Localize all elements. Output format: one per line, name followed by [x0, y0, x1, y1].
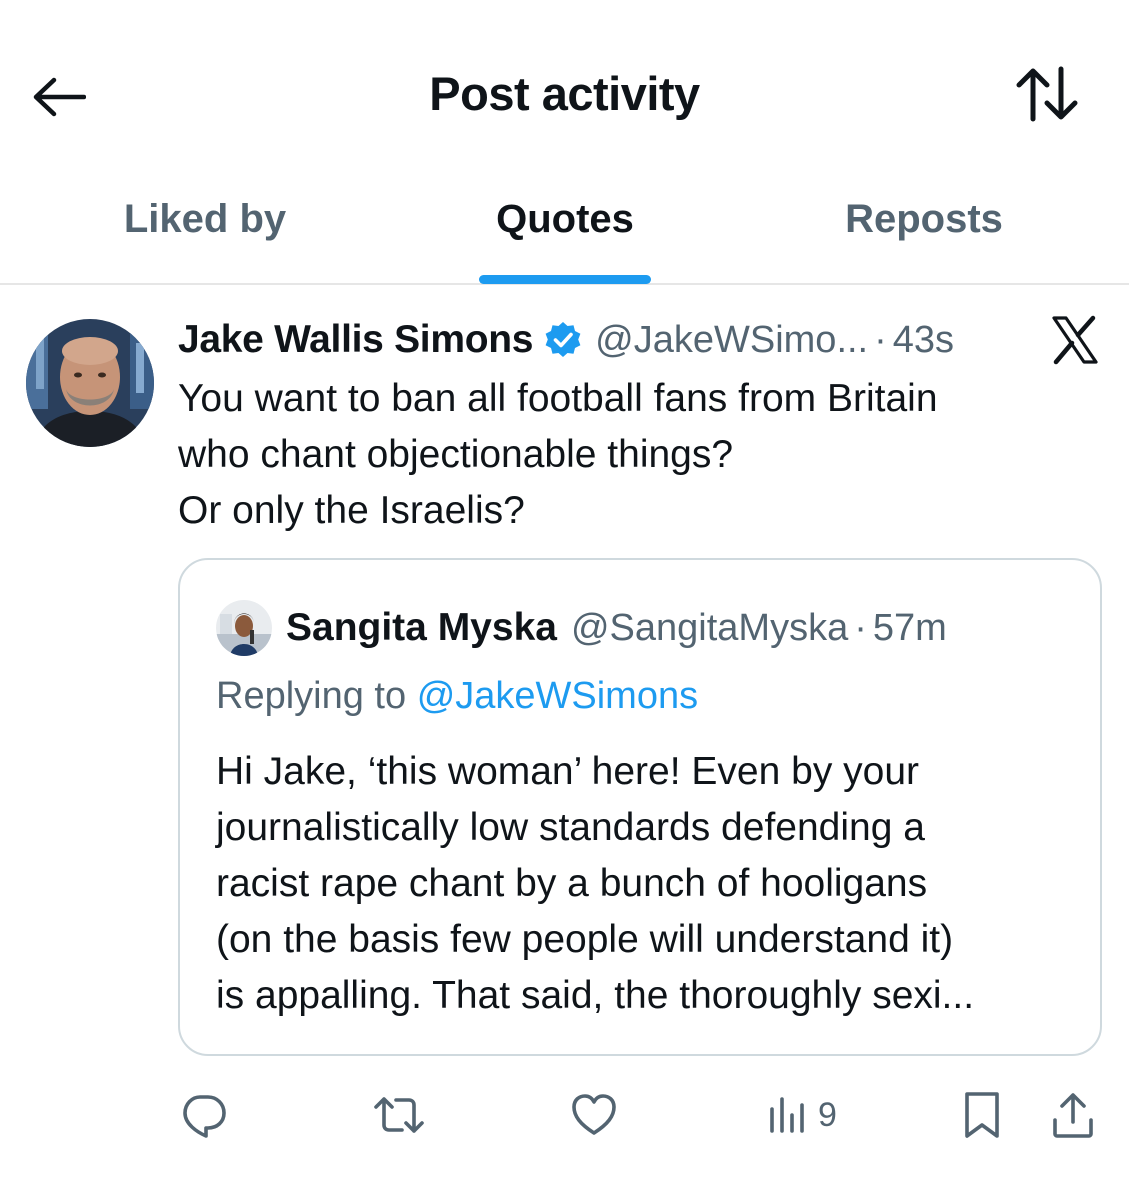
quoted-post-header: Sangita Myska @SangitaMyska · 57m — [216, 600, 947, 656]
reply-button[interactable] — [180, 1090, 228, 1140]
tab-quotes[interactable]: Quotes — [390, 180, 740, 284]
author-name[interactable]: Jake Wallis Simons — [178, 318, 533, 362]
bookmark-button[interactable] — [960, 1090, 1004, 1140]
tab-label: Quotes — [496, 197, 634, 241]
top-bar: Post activity — [0, 0, 1129, 180]
replying-mention-link[interactable]: @JakeWSimons — [417, 675, 698, 717]
quoted-post-card[interactable]: Sangita Myska @SangitaMyska · 57m Replyi… — [178, 558, 1102, 1056]
tab-label: Reposts — [845, 197, 1003, 241]
tab-reposts[interactable]: Reposts — [749, 180, 1099, 283]
heart-icon — [572, 1094, 616, 1135]
reply-icon — [183, 1095, 226, 1138]
views-button[interactable]: 9 — [768, 1090, 837, 1140]
quote-post[interactable]: Jake Wallis Simons @JakeWSimo... · 43s Y… — [0, 285, 1129, 1200]
verified-badge-icon — [543, 320, 583, 360]
quoted-avatar-image — [216, 600, 272, 656]
repost-button[interactable] — [372, 1090, 426, 1140]
sort-button[interactable] — [1012, 62, 1082, 126]
tab-liked-by[interactable]: Liked by — [30, 180, 380, 283]
quoted-post-time: 57m — [872, 606, 947, 649]
quoted-post-text: Hi Jake, ‘this woman’ here! Even by your… — [216, 750, 975, 1017]
avatar[interactable] — [26, 319, 154, 447]
separator-dot: · — [854, 606, 867, 649]
post-text: You want to ban all football fans from B… — [178, 377, 938, 532]
like-button[interactable] — [570, 1090, 618, 1140]
replying-prefix: Replying to — [216, 675, 407, 717]
repost-icon — [374, 1097, 424, 1133]
action-bar: 9 — [0, 1090, 1129, 1140]
separator-dot: · — [874, 318, 887, 361]
quoted-author-handle: @SangitaMyska — [570, 606, 849, 649]
quoted-author-name: Sangita Myska — [286, 606, 557, 649]
page-title: Post activity — [429, 67, 700, 120]
tab-label: Liked by — [123, 197, 287, 241]
bookmark-icon — [965, 1092, 999, 1138]
share-icon — [1053, 1093, 1093, 1138]
sort-arrows-icon — [1016, 66, 1078, 122]
replying-to: Replying to @JakeWSimons — [216, 675, 698, 718]
quoted-avatar — [216, 600, 272, 656]
author-handle[interactable]: @JakeWSimo... — [595, 319, 868, 362]
avatar-image — [26, 319, 154, 447]
post-time[interactable]: 43s — [893, 319, 954, 362]
views-count: 9 — [818, 1095, 837, 1134]
share-button[interactable] — [1050, 1090, 1096, 1140]
post-header: Jake Wallis Simons @JakeWSimo... · 43s — [178, 315, 954, 365]
active-tab-indicator — [479, 275, 651, 284]
tab-bar: Liked by Quotes Reposts — [0, 180, 1129, 285]
views-icon — [770, 1097, 804, 1133]
x-logo-icon — [1050, 315, 1100, 365]
